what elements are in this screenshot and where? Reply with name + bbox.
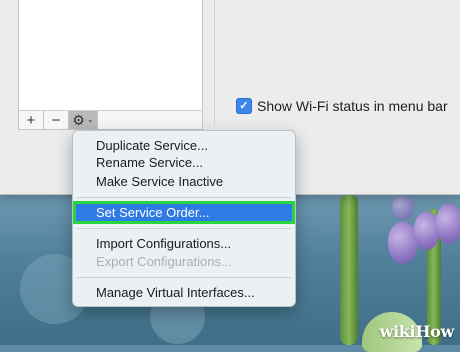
minus-icon: −: [51, 111, 61, 129]
watermark-suffix: How: [415, 322, 454, 341]
menu-item-export-configurations: Export Configurations...: [96, 254, 232, 269]
action-context-menu: Duplicate Service... Rename Service... M…: [72, 130, 296, 307]
menu-item-rename-service[interactable]: Rename Service...: [73, 154, 295, 171]
wikihow-watermark: wikiHow: [380, 322, 455, 341]
menu-item-make-service-inactive[interactable]: Make Service Inactive: [73, 173, 295, 190]
menu-separator: [77, 197, 291, 198]
pane-divider: [214, 0, 215, 125]
service-list-toolbar: + − ⚙ ⌄: [18, 110, 203, 130]
menu-separator: [77, 228, 291, 229]
add-service-button[interactable]: +: [19, 111, 44, 129]
action-menu-button[interactable]: ⚙ ⌄: [69, 111, 98, 129]
menu-separator: [77, 277, 291, 278]
wifi-status-label: Show Wi-Fi status in menu bar: [257, 98, 448, 114]
wifi-status-checkbox[interactable]: ✓: [236, 98, 252, 114]
gear-icon: ⚙: [72, 112, 85, 128]
menu-item-set-service-order[interactable]: Set Service Order...: [73, 201, 295, 224]
menu-item-manage-virtual-interfaces[interactable]: Manage Virtual Interfaces...: [73, 284, 295, 301]
service-list[interactable]: [18, 0, 203, 111]
menu-item-duplicate-service[interactable]: Duplicate Service...: [73, 137, 295, 154]
remove-service-button[interactable]: −: [44, 111, 69, 129]
flower-stem: [340, 194, 358, 345]
wifi-status-checkbox-row[interactable]: ✓ Show Wi-Fi status in menu bar: [236, 98, 448, 114]
chevron-down-icon: ⌄: [86, 115, 94, 124]
menu-item-import-configurations[interactable]: Import Configurations...: [73, 235, 295, 252]
flower-petal: [392, 196, 414, 220]
flower-petal: [436, 204, 460, 244]
watermark-prefix: wiki: [379, 322, 416, 341]
plus-icon: +: [26, 111, 36, 129]
